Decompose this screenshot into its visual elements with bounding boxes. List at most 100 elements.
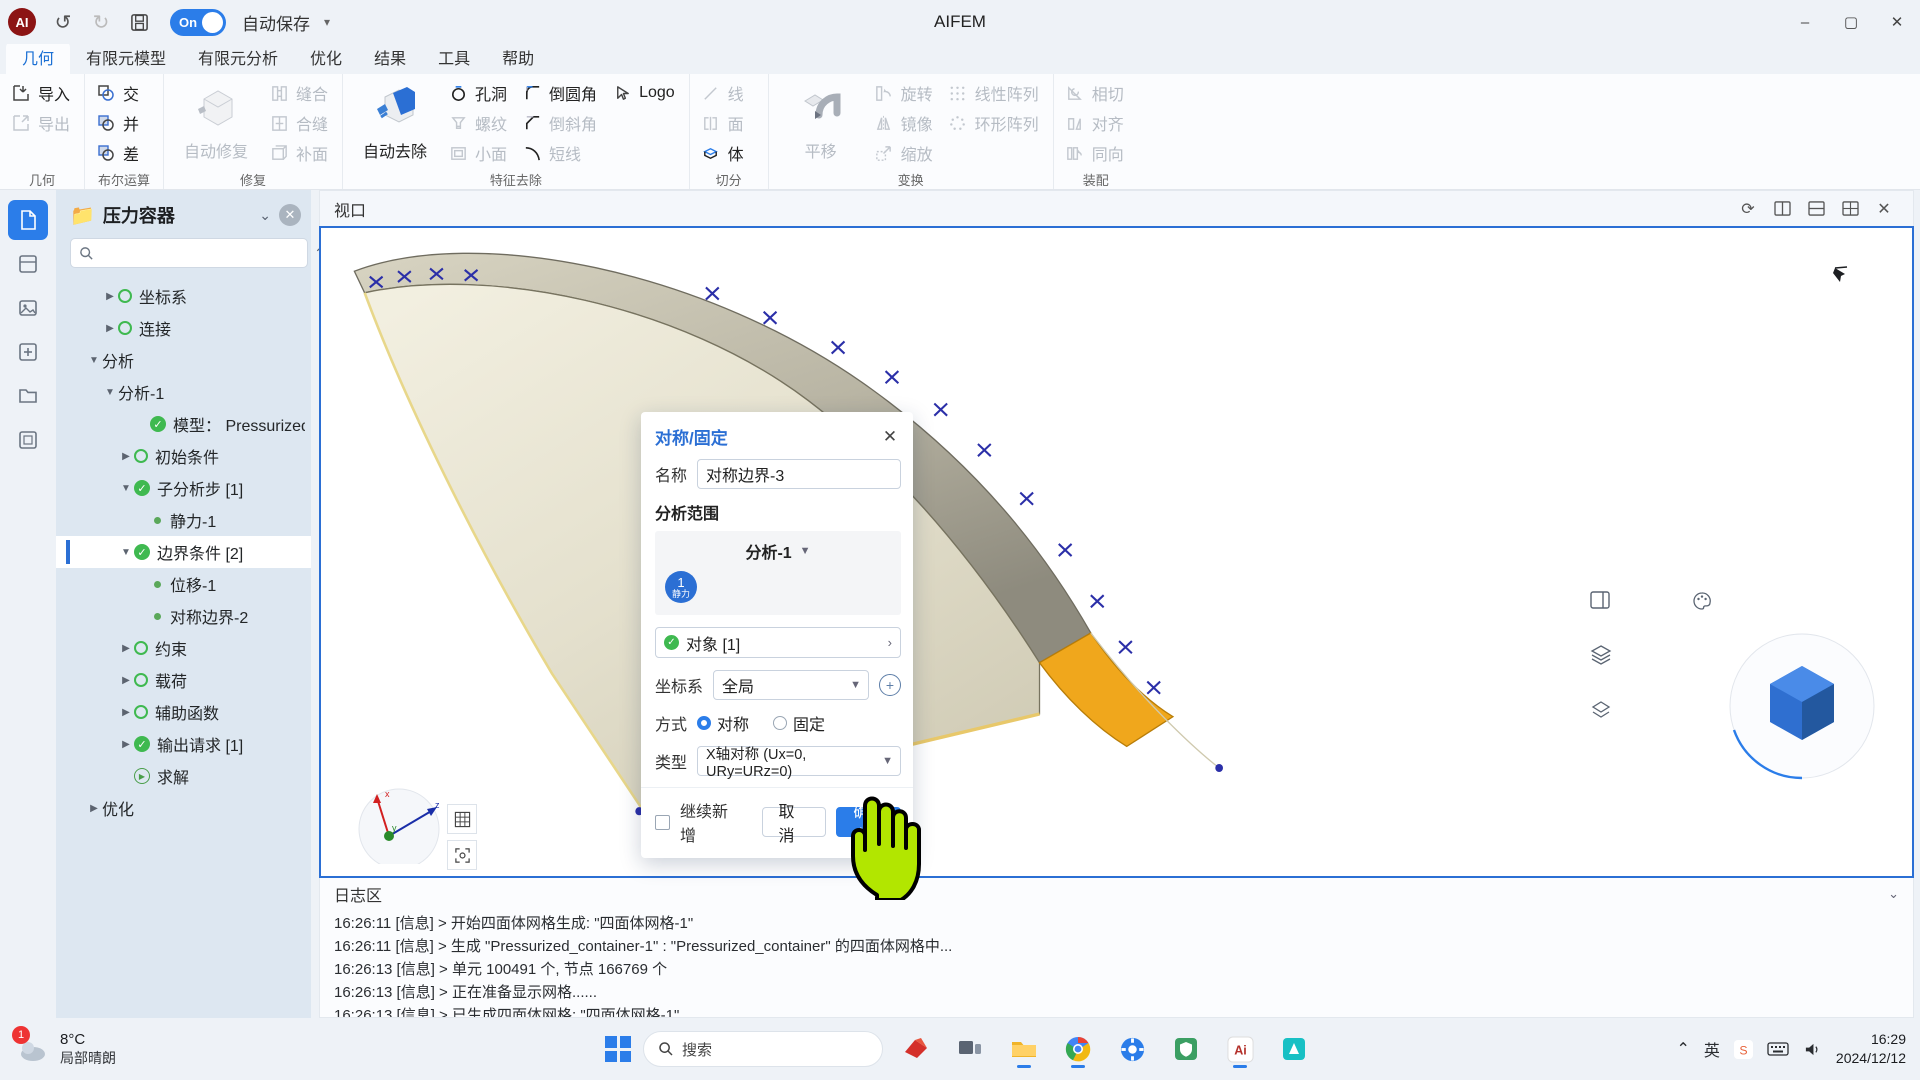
ribbon-big-button-自动修复[interactable]: 自动修复 bbox=[170, 78, 262, 162]
ribbon-item-合缝[interactable]: 合缝 bbox=[264, 108, 336, 138]
pin-icon[interactable] bbox=[1830, 264, 1852, 291]
rail-image-icon[interactable] bbox=[8, 288, 48, 328]
chevron-right-icon[interactable]: ▶ bbox=[118, 643, 134, 654]
axis-triad-widget[interactable]: x z y bbox=[351, 784, 461, 864]
minimize-button[interactable]: – bbox=[1782, 0, 1828, 44]
scope-analysis-selector[interactable]: 分析-1 ▼ bbox=[665, 539, 891, 563]
tree-node[interactable]: ·✓模型： Pressurized_cor bbox=[56, 408, 311, 440]
menu-tab-5[interactable]: 工具 bbox=[422, 42, 486, 74]
tree-search-box[interactable] bbox=[70, 238, 308, 268]
ribbon-item-环形阵列[interactable]: 环形阵列 bbox=[943, 108, 1047, 138]
ime-cn-icon[interactable]: 英 bbox=[1704, 1037, 1720, 1061]
chevron-right-icon[interactable]: ▶ bbox=[102, 291, 118, 302]
ribbon-item-导出[interactable]: 导出 bbox=[6, 108, 78, 138]
tree-node[interactable]: ·对称边界-2 bbox=[56, 600, 311, 632]
tree-node[interactable]: ▶辅助函数 bbox=[56, 696, 311, 728]
object-selection-row[interactable]: ✓ 对象 [1] › bbox=[655, 627, 901, 658]
shield-app-icon[interactable] bbox=[1165, 1028, 1207, 1070]
settings-gear-icon[interactable] bbox=[1111, 1028, 1153, 1070]
tree-node[interactable]: ▶连接 bbox=[56, 312, 311, 344]
ribbon-item-旋转[interactable]: 旋转 bbox=[869, 78, 941, 108]
palette-icon[interactable] bbox=[1692, 591, 1712, 616]
ribbon-item-补面[interactable]: 补面 bbox=[264, 138, 336, 168]
method-option-symmetry[interactable]: 对称 bbox=[697, 711, 749, 735]
aifem-app-icon[interactable]: Ai bbox=[1219, 1028, 1261, 1070]
rail-frame-icon[interactable] bbox=[8, 420, 48, 460]
chevron-down-icon[interactable]: ▼ bbox=[800, 545, 811, 557]
menu-tab-1[interactable]: 有限元模型 bbox=[70, 42, 182, 74]
chevron-right-icon[interactable]: ▶ bbox=[102, 323, 118, 334]
maximize-button[interactable]: ▢ bbox=[1828, 0, 1874, 44]
panel-icon[interactable] bbox=[1590, 591, 1610, 616]
plus-circle-icon[interactable]: + bbox=[879, 674, 901, 696]
tree-node[interactable]: ·位移-1 bbox=[56, 568, 311, 600]
ribbon-item-线性阵列[interactable]: 线性阵列 bbox=[943, 78, 1047, 108]
taskview-icon[interactable] bbox=[949, 1028, 991, 1070]
close-circle-icon[interactable]: ✕ bbox=[279, 204, 301, 226]
taskbar-search[interactable]: 搜索 bbox=[643, 1031, 883, 1067]
menu-tab-3[interactable]: 优化 bbox=[294, 42, 358, 74]
ribbon-item-相切[interactable]: 相切 bbox=[1060, 78, 1132, 108]
chevron-right-icon[interactable]: ▶ bbox=[86, 803, 102, 814]
tree-node[interactable]: ▼✓边界条件 [2] bbox=[56, 536, 311, 568]
ribbon-item-同向[interactable]: 同向 bbox=[1060, 138, 1132, 168]
name-input[interactable]: 对称边界-3 bbox=[697, 459, 901, 489]
refresh-icon[interactable]: ⟳ bbox=[1733, 194, 1763, 224]
chevron-down-icon[interactable]: ▼ bbox=[86, 355, 102, 366]
ribbon-item-差[interactable]: 差 bbox=[91, 138, 157, 168]
ribbon-item-并[interactable]: 并 bbox=[91, 108, 157, 138]
chevron-down-icon[interactable]: ▼ bbox=[118, 483, 134, 494]
rail-layers-icon[interactable] bbox=[8, 244, 48, 284]
rail-folder-icon[interactable] bbox=[8, 376, 48, 416]
chevron-down-icon[interactable]: ⌄ bbox=[1888, 886, 1899, 902]
close-icon[interactable]: ✕ bbox=[1869, 194, 1899, 224]
close-icon[interactable]: ✕ bbox=[879, 426, 901, 448]
menu-tab-2[interactable]: 有限元分析 bbox=[182, 42, 294, 74]
ribbon-item-线[interactable]: 线 bbox=[696, 78, 762, 108]
sogou-icon[interactable]: S bbox=[1734, 1040, 1753, 1059]
tree-node[interactable]: ▶✓输出请求 [1] bbox=[56, 728, 311, 760]
split-horizontal-icon[interactable] bbox=[1801, 194, 1831, 224]
ribbon-item-缩放[interactable]: 缩放 bbox=[869, 138, 941, 168]
ribbon-item-倒斜角[interactable]: 倒斜角 bbox=[517, 108, 605, 138]
ribbon-big-button-平移[interactable]: 平移 bbox=[775, 78, 867, 162]
tree-node[interactable]: ▶约束 bbox=[56, 632, 311, 664]
method-option-fixed[interactable]: 固定 bbox=[773, 711, 825, 735]
ribbon-item-导入[interactable]: 导入 bbox=[6, 78, 78, 108]
tree-search-input[interactable] bbox=[100, 245, 299, 262]
chevron-right-icon[interactable]: ▶ bbox=[118, 451, 134, 462]
tree-node[interactable]: ▶坐标系 bbox=[56, 280, 311, 312]
tree-node[interactable]: ▶载荷 bbox=[56, 664, 311, 696]
chevron-down-icon[interactable]: ▾ bbox=[324, 15, 330, 29]
confirm-button[interactable]: 确定 bbox=[836, 807, 901, 837]
chevron-down-icon[interactable]: ▼ bbox=[102, 387, 118, 398]
ribbon-item-体[interactable]: 体 bbox=[696, 138, 762, 168]
tree-node[interactable]: ▶初始条件 bbox=[56, 440, 311, 472]
tree-node[interactable]: ·▶求解 bbox=[56, 760, 311, 792]
ribbon-item-对齐[interactable]: 对齐 bbox=[1060, 108, 1132, 138]
ribbon-item-Logo[interactable]: Logo bbox=[607, 78, 683, 108]
tree-node[interactable]: ▼✓子分析步 [1] bbox=[56, 472, 311, 504]
chevron-right-icon[interactable]: › bbox=[888, 635, 892, 650]
tree-node[interactable]: ▼分析-1 bbox=[56, 376, 311, 408]
chevron-up-icon[interactable]: ⌃ bbox=[1677, 1039, 1690, 1059]
rail-add-box-icon[interactable] bbox=[8, 332, 48, 372]
chrome-icon[interactable] bbox=[1057, 1028, 1099, 1070]
app-red-icon[interactable] bbox=[895, 1028, 937, 1070]
viewport-canvas[interactable]: x z y bbox=[319, 226, 1914, 878]
ribbon-item-螺纹[interactable]: 螺纹 bbox=[443, 108, 515, 138]
ribbon-item-缝合[interactable]: 缝合 bbox=[264, 78, 336, 108]
windows-start-icon[interactable] bbox=[605, 1036, 631, 1062]
rail-document-icon[interactable] bbox=[8, 200, 48, 240]
volume-icon[interactable] bbox=[1803, 1041, 1822, 1058]
chevron-right-icon[interactable]: ▶ bbox=[118, 675, 134, 686]
autosave-toggle[interactable]: On bbox=[170, 9, 226, 36]
menu-tab-6[interactable]: 帮助 bbox=[486, 42, 550, 74]
grid-icon[interactable] bbox=[447, 804, 477, 834]
menu-tab-4[interactable]: 结果 bbox=[358, 42, 422, 74]
screenshot-icon[interactable] bbox=[447, 840, 477, 870]
close-button[interactable]: ✕ bbox=[1874, 0, 1920, 44]
ribbon-item-孔洞[interactable]: 孔洞 bbox=[443, 78, 515, 108]
ribbon-item-短线[interactable]: 短线 bbox=[517, 138, 605, 168]
cancel-button[interactable]: 取消 bbox=[762, 807, 827, 837]
